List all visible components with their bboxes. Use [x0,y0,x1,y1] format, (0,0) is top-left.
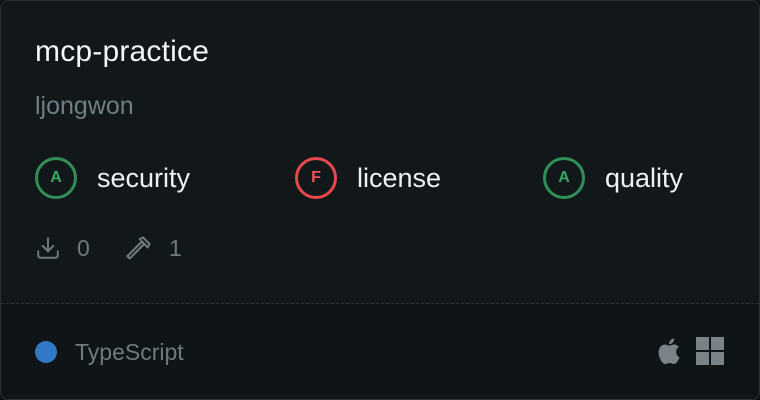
hammer-icon [126,236,151,260]
card-body: mcp-practice ljongwon A security F licen… [1,1,759,303]
language-name: TypeScript [75,338,184,365]
tools-stat: 1 [125,233,182,263]
grade-license: F license [295,156,441,200]
server-author[interactable]: ljongwon [35,92,134,121]
grade-security-badge: A [35,157,77,199]
grade-quality-label: quality [605,162,684,193]
grade-security-label: security [97,162,191,193]
grade-quality-badge: A [543,157,585,199]
language-tag: TypeScript [35,337,184,367]
server-card[interactable]: mcp-practice ljongwon A security F licen… [0,0,760,400]
grade-security: A security [35,156,190,200]
grade-quality: A quality [543,156,683,200]
apple-icon [658,338,680,365]
platform-icons [655,335,725,367]
language-color-dot [35,341,57,363]
downloads-count: 0 [77,234,90,261]
windows-icon [696,337,724,365]
downloads-stat: 0 [35,233,90,263]
grade-license-label: license [357,162,442,193]
download-icon [37,237,59,259]
grade-license-badge: F [295,157,337,199]
tools-count: 1 [169,234,182,261]
server-name[interactable]: mcp-practice [35,35,209,69]
